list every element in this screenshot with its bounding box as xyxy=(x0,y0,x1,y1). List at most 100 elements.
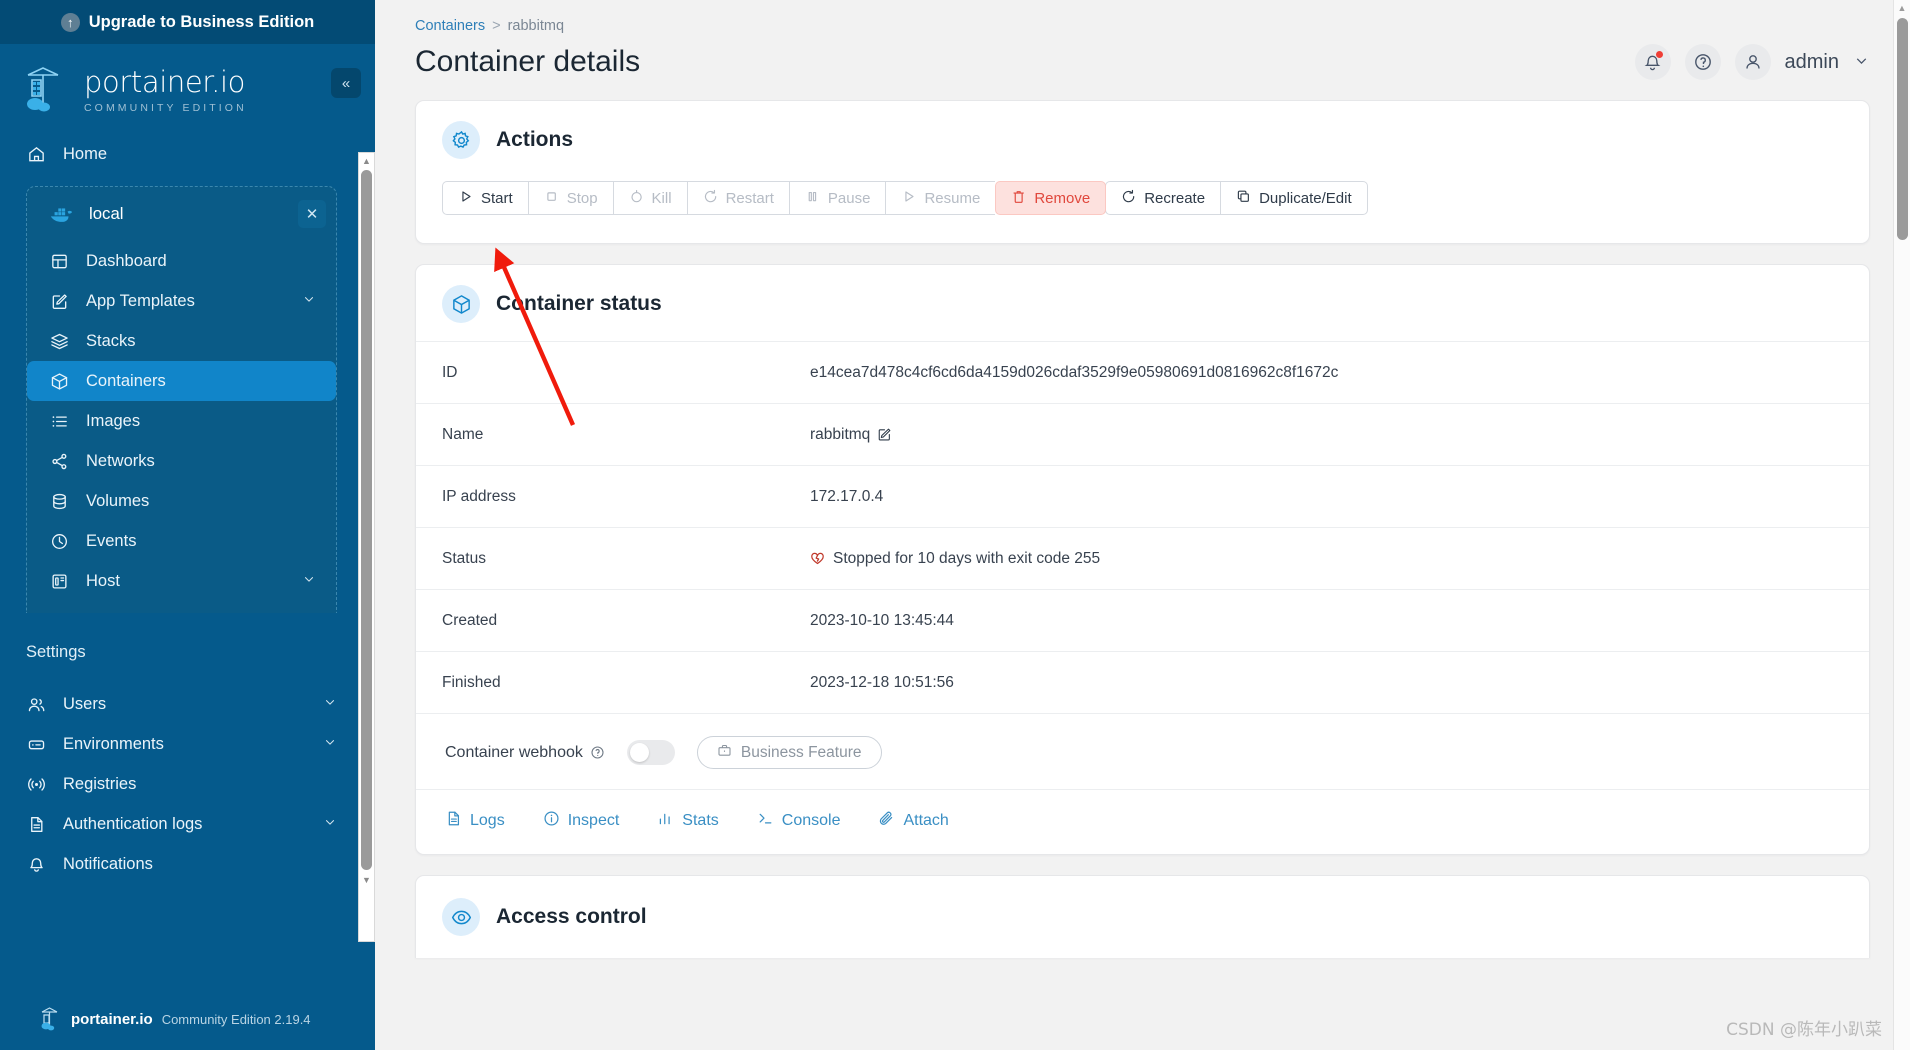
environment-close-icon[interactable]: ✕ xyxy=(298,200,326,228)
sidebar-logo[interactable]: portainer.io COMMUNITY EDITION xyxy=(0,44,375,134)
portainer-footer-logo-icon xyxy=(40,1006,62,1032)
attach-link[interactable]: Attach xyxy=(878,810,949,832)
sidebar-item-stacks[interactable]: Stacks xyxy=(27,321,336,361)
sidebar-item-networks[interactable]: Networks xyxy=(27,441,336,481)
chevron-down-icon[interactable] xyxy=(1853,52,1870,73)
inspect-link[interactable]: Inspect xyxy=(543,810,619,832)
actions-body: Start Stop Kill Restart Pause Resume Remove Rec… xyxy=(416,177,1869,243)
sidebar-item-label: Notifications xyxy=(63,854,153,873)
environment-icon xyxy=(26,734,46,754)
notifications-button[interactable] xyxy=(1634,44,1671,80)
avatar[interactable] xyxy=(1734,44,1771,80)
content-area: Actions Start Stop Kill Restart Pause Resume R… xyxy=(375,80,1910,958)
sidebar-item-users[interactable]: Users xyxy=(0,684,357,724)
sidebar-scroll-thumb[interactable] xyxy=(361,170,372,870)
footer-version: Community Edition 2.19.4 xyxy=(161,1011,311,1027)
chevron-down-icon[interactable] xyxy=(323,695,337,714)
settings-nav-list: Users Environments Registries Authenticatio… xyxy=(0,684,357,884)
box-icon xyxy=(442,285,480,323)
webhook-toggle[interactable] xyxy=(626,740,675,765)
sidebar-item-app-templates[interactable]: App Templates xyxy=(27,281,336,321)
row-value-wrap: 172.17.0.4 xyxy=(810,488,883,506)
sidebar-item-containers[interactable]: Containers xyxy=(27,361,336,401)
row-value: rabbitmq xyxy=(810,425,871,443)
sidebar-item-label: Stacks xyxy=(86,331,136,350)
chevron-down-icon[interactable] xyxy=(302,572,316,591)
refresh-icon xyxy=(1121,189,1136,208)
sidebar-item-home[interactable]: Home xyxy=(0,134,357,174)
remove-button[interactable]: Remove xyxy=(995,181,1107,215)
paperclip-icon xyxy=(878,810,895,832)
sidebar-item-registries[interactable]: Registries xyxy=(0,764,357,804)
sidebar-item-label: Images xyxy=(86,411,141,430)
action-button-group: Start Stop Kill Restart Pause Resume Remove Rec… xyxy=(442,181,1843,215)
row-value: e14cea7d478c4cf6cd6da4159d026cdaf3529f9e… xyxy=(810,363,1339,381)
business-feature-pill[interactable]: Business Feature xyxy=(696,736,882,769)
document-icon xyxy=(26,814,46,834)
sidebar-collapse-button[interactable]: « xyxy=(331,68,361,98)
button-label: Kill xyxy=(651,189,672,207)
square-icon xyxy=(544,189,559,208)
console-link[interactable]: Console xyxy=(757,810,841,832)
restart-button: Restart xyxy=(686,181,789,215)
sidebar-scrollbar[interactable]: ▲ ▼ xyxy=(358,152,375,942)
kill-button: Kill xyxy=(612,181,687,215)
start-button[interactable]: Start xyxy=(442,181,528,215)
sidebar-item-notifications[interactable]: Notifications xyxy=(0,844,357,884)
sidebar-item-host[interactable]: Host xyxy=(27,561,336,601)
registry-icon xyxy=(26,774,46,794)
docker-icon xyxy=(49,204,75,224)
environment-header[interactable]: local ✕ xyxy=(27,187,336,241)
stop-button: Stop xyxy=(527,181,613,215)
bell-icon xyxy=(26,854,46,874)
gear-icon xyxy=(442,121,480,159)
scroll-down-icon[interactable]: ▼ xyxy=(358,872,375,887)
upgrade-arrow-icon: ↑ xyxy=(60,12,80,32)
question-circle-icon[interactable] xyxy=(590,745,605,760)
sidebar-item-volumes[interactable]: Volumes xyxy=(27,481,336,521)
actions-card-header: Actions xyxy=(416,101,1869,177)
main-scrollbar[interactable]: ▲ xyxy=(1893,0,1910,1050)
sidebar-item-label: Events xyxy=(86,531,137,550)
sidebar-item-label: App Templates xyxy=(86,291,195,310)
status-row-id: ID e14cea7d478c4cf6cd6da4159d026cdaf3529f… xyxy=(416,341,1869,403)
row-key: Status xyxy=(442,549,486,567)
home-icon xyxy=(26,144,46,164)
chevron-down-icon[interactable] xyxy=(323,815,337,834)
sidebar: ↑ Upgrade to Business Edition portainer.… xyxy=(0,0,375,1050)
link-label: Console xyxy=(781,812,841,829)
breadcrumb-parent[interactable]: Containers xyxy=(415,18,485,34)
sidebar-item-environments[interactable]: Environments xyxy=(0,724,357,764)
chevron-down-icon[interactable] xyxy=(323,735,337,754)
button-label: Pause xyxy=(827,189,871,207)
container-status-header: Container status xyxy=(416,265,1869,341)
sidebar-item-authentication-logs[interactable]: Authentication logs xyxy=(0,804,357,844)
database-icon xyxy=(49,491,69,511)
briefcase-icon xyxy=(717,743,732,763)
notification-badge-dot xyxy=(1654,50,1664,59)
sidebar-nav: Home local ✕ Dashboard App Templates Sta… xyxy=(0,134,375,992)
breadcrumb: Containers > rabbitmq xyxy=(415,18,1870,34)
sidebar-item-events[interactable]: Events xyxy=(27,521,336,561)
layers-icon xyxy=(49,331,69,351)
sidebar-item-images[interactable]: Images xyxy=(27,401,336,441)
users-icon xyxy=(26,694,46,714)
sidebar-item-label: Authentication logs xyxy=(63,814,203,833)
environment-section: local ✕ Dashboard App Templates Stacks Cont… xyxy=(26,186,337,613)
upgrade-banner[interactable]: ↑ Upgrade to Business Edition xyxy=(0,0,375,44)
stats-link[interactable]: Stats xyxy=(657,810,719,832)
sidebar-item-dashboard[interactable]: Dashboard xyxy=(27,241,336,281)
webhook-toggle-knob xyxy=(629,743,649,762)
main-scroll-up-icon[interactable]: ▲ xyxy=(1894,0,1910,16)
access-control-header: Access control xyxy=(416,876,1869,958)
chevron-down-icon[interactable] xyxy=(302,292,316,311)
scroll-up-icon[interactable]: ▲ xyxy=(358,153,375,168)
main-content: Containers > rabbitmq Container details xyxy=(375,0,1910,1050)
main-scroll-thumb[interactable] xyxy=(1896,18,1908,240)
recreate-button[interactable]: Recreate xyxy=(1105,181,1221,215)
duplicate-edit-button[interactable]: Duplicate/Edit xyxy=(1220,181,1368,215)
help-button[interactable] xyxy=(1684,44,1721,80)
logs-link[interactable]: Logs xyxy=(445,810,505,832)
pencil-square-icon[interactable] xyxy=(877,427,892,442)
sidebar-item-label: Host xyxy=(86,571,120,590)
